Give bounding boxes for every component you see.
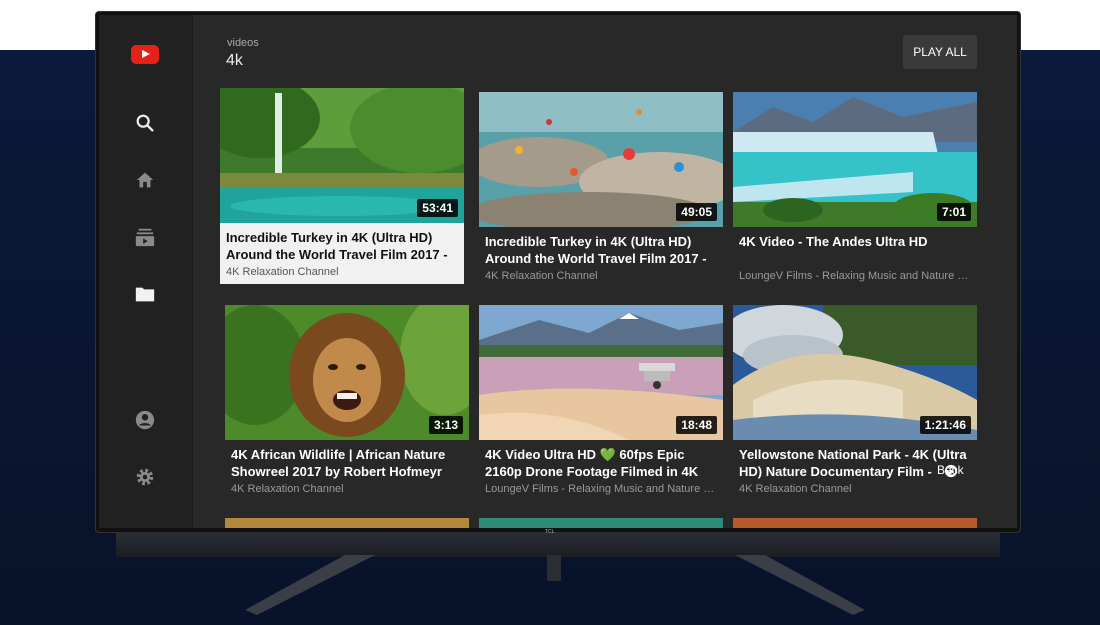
video-thumbnail: 3:13	[225, 305, 469, 440]
next-row-thumbnail	[225, 518, 469, 528]
video-title: 4K Video - The Andes Ultra HD	[739, 234, 928, 249]
channel-name: LoungeV Films - Relaxing Music and Natur…	[485, 483, 720, 495]
video-card-5[interactable]: 18:48 4K Video Ultra HD 💚 60fps Epic 216…	[479, 305, 723, 495]
duration-badge: 53:41	[417, 199, 458, 217]
video-card-2[interactable]: 49:05 Incredible Turkey in 4K (Ultra HD)…	[479, 92, 723, 282]
next-row-thumbnail	[733, 518, 977, 528]
youtube-logo-icon[interactable]	[131, 45, 159, 64]
channel-name: LoungeV Films - Relaxing Music and Natur…	[739, 270, 974, 282]
channel-name: 4K Relaxation Channel	[739, 483, 852, 495]
sidebar	[99, 15, 193, 528]
video-title: Incredible Turkey in 4K (Ultra HD) Aroun…	[485, 234, 707, 266]
channel-name: 4K Relaxation Channel	[485, 270, 598, 282]
video-card-3[interactable]: 7:01 4K Video - The Andes Ultra HD Loung…	[733, 92, 977, 282]
home-icon[interactable]	[134, 169, 156, 191]
video-title: 4K Video Ultra HD 💚 60fps Epic 2160p Dro…	[485, 447, 699, 479]
gear-icon[interactable]	[134, 466, 156, 488]
video-card-4[interactable]: 3:13 4K African Wildlife | African Natur…	[225, 305, 469, 495]
video-title: Incredible Turkey in 4K (Ultra HD) Aroun…	[226, 230, 448, 262]
duration-badge: 1:21:46	[919, 416, 971, 434]
video-card-1[interactable]: 53:41 Incredible Turkey in 4K (Ultra HD)…	[220, 88, 464, 284]
duration-badge: 3:13	[428, 416, 463, 434]
duration-badge: 18:48	[676, 416, 717, 434]
video-thumbnail: 53:41	[220, 88, 464, 223]
subscriptions-icon[interactable]	[134, 226, 156, 248]
back-hint-label: Back	[937, 463, 964, 477]
video-thumbnail: 1:21:46	[733, 305, 977, 440]
video-thumbnail: 49:05	[479, 92, 723, 227]
search-icon[interactable]	[134, 112, 156, 134]
play-all-button[interactable]: PLAY ALL	[903, 35, 977, 69]
account-icon[interactable]	[134, 409, 156, 431]
tv-brand-logo: TCL	[545, 529, 555, 535]
page-title: 4k	[226, 52, 243, 69]
tv-soundbar	[116, 532, 1000, 557]
video-title: 4K African Wildlife | African Nature Sho…	[231, 447, 446, 479]
channel-name: 4K Relaxation Channel	[231, 483, 344, 495]
next-row-thumbnail	[479, 518, 723, 528]
duration-badge: 49:05	[676, 203, 717, 221]
page-subtitle: videos	[227, 37, 259, 49]
video-thumbnail: 7:01	[733, 92, 977, 227]
tv-screen: videos 4k PLAY ALL 53:41 Incredible Turk…	[99, 15, 1017, 528]
channel-name: 4K Relaxation Channel	[226, 266, 339, 278]
video-thumbnail: 18:48	[479, 305, 723, 440]
duration-badge: 7:01	[936, 203, 971, 221]
tv-stand	[245, 555, 865, 615]
folder-icon[interactable]	[134, 283, 156, 305]
